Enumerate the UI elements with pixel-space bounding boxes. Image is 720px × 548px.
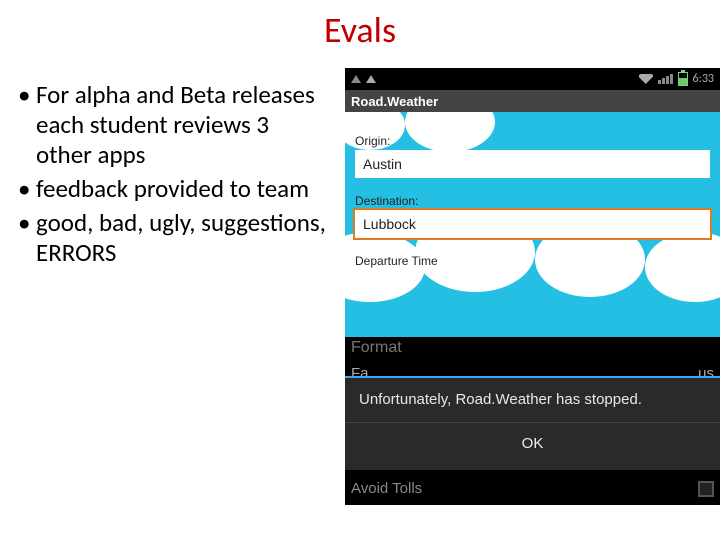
avoid-tolls-label: Avoid Tolls — [351, 480, 422, 497]
avoid-tolls-checkbox[interactable] — [698, 481, 714, 497]
slide-title: Evals — [0, 8, 720, 52]
notification-icon — [366, 75, 376, 83]
avoid-tolls-row: Avoid Tolls — [345, 478, 720, 505]
app-bar: Road.Weather — [345, 90, 720, 112]
destination-value: Lubbock — [363, 216, 416, 232]
bullet-item: For alpha and Beta releases each student… — [18, 80, 328, 170]
destination-input[interactable]: Lubbock — [355, 210, 710, 238]
dialog-message: Unfortunately, Road.Weather has stopped. — [345, 378, 720, 422]
form-pane: Origin: Austin Destination: Lubbock Depa… — [345, 112, 720, 337]
origin-value: Austin — [363, 156, 402, 172]
battery-icon — [678, 72, 688, 86]
signal-icon — [658, 74, 673, 84]
destination-label: Destination: — [355, 194, 720, 208]
clock: 6:33 — [693, 72, 714, 86]
status-bar: 6:33 — [345, 68, 720, 90]
origin-label: Origin: — [355, 134, 720, 148]
bullet-list: For alpha and Beta releases each student… — [18, 80, 328, 272]
ok-button[interactable]: OK — [345, 423, 720, 464]
wifi-icon — [639, 74, 653, 84]
error-dialog: Unfortunately, Road.Weather has stopped.… — [345, 376, 720, 470]
departure-label: Departure Time — [355, 254, 720, 268]
format-row: Format — [345, 337, 720, 359]
bullet-item: feedback provided to team — [18, 174, 328, 204]
notification-icon — [351, 75, 361, 83]
format-label: Format — [351, 339, 402, 356]
origin-input[interactable]: Austin — [355, 150, 710, 178]
app-title: Road.Weather — [351, 94, 438, 109]
bullet-item: good, bad, ugly, suggestions, ERRORS — [18, 208, 328, 268]
